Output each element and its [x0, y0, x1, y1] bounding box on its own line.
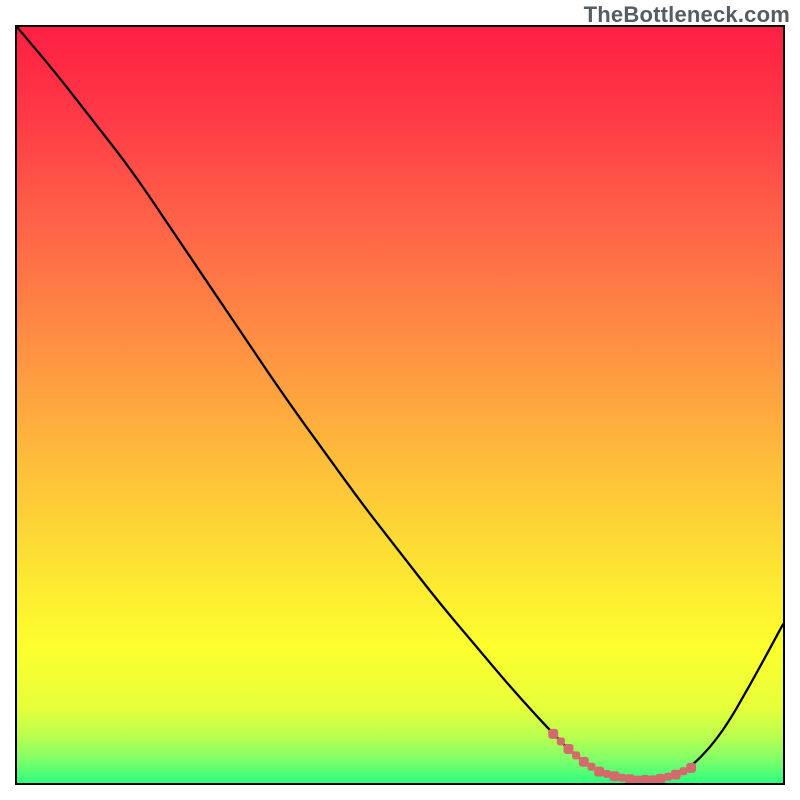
- highlight-dot: [671, 770, 681, 780]
- highlight-dot: [640, 775, 650, 783]
- gradient-fill: [17, 27, 783, 783]
- highlight-dot: [603, 770, 611, 778]
- highlight-dot: [572, 751, 580, 759]
- highlight-dot: [618, 774, 626, 782]
- plot-area: [15, 25, 785, 785]
- chart-svg: [17, 27, 783, 783]
- highlight-dot: [655, 774, 665, 783]
- highlight-dot: [588, 763, 596, 771]
- watermark-text: TheBottleneck.com: [584, 2, 790, 28]
- highlight-dot: [686, 763, 696, 773]
- chart-stage: TheBottleneck.com: [0, 0, 800, 800]
- highlight-dot: [625, 774, 635, 783]
- highlight-dot: [610, 771, 620, 781]
- highlight-dot: [664, 773, 672, 781]
- highlight-dot: [633, 776, 641, 783]
- highlight-dot: [649, 775, 657, 783]
- highlight-dot: [557, 737, 565, 745]
- highlight-dot: [594, 767, 604, 777]
- highlight-dot: [548, 729, 558, 739]
- highlight-dot: [564, 744, 574, 754]
- highlight-dot: [679, 767, 687, 775]
- highlight-dot: [579, 757, 589, 767]
